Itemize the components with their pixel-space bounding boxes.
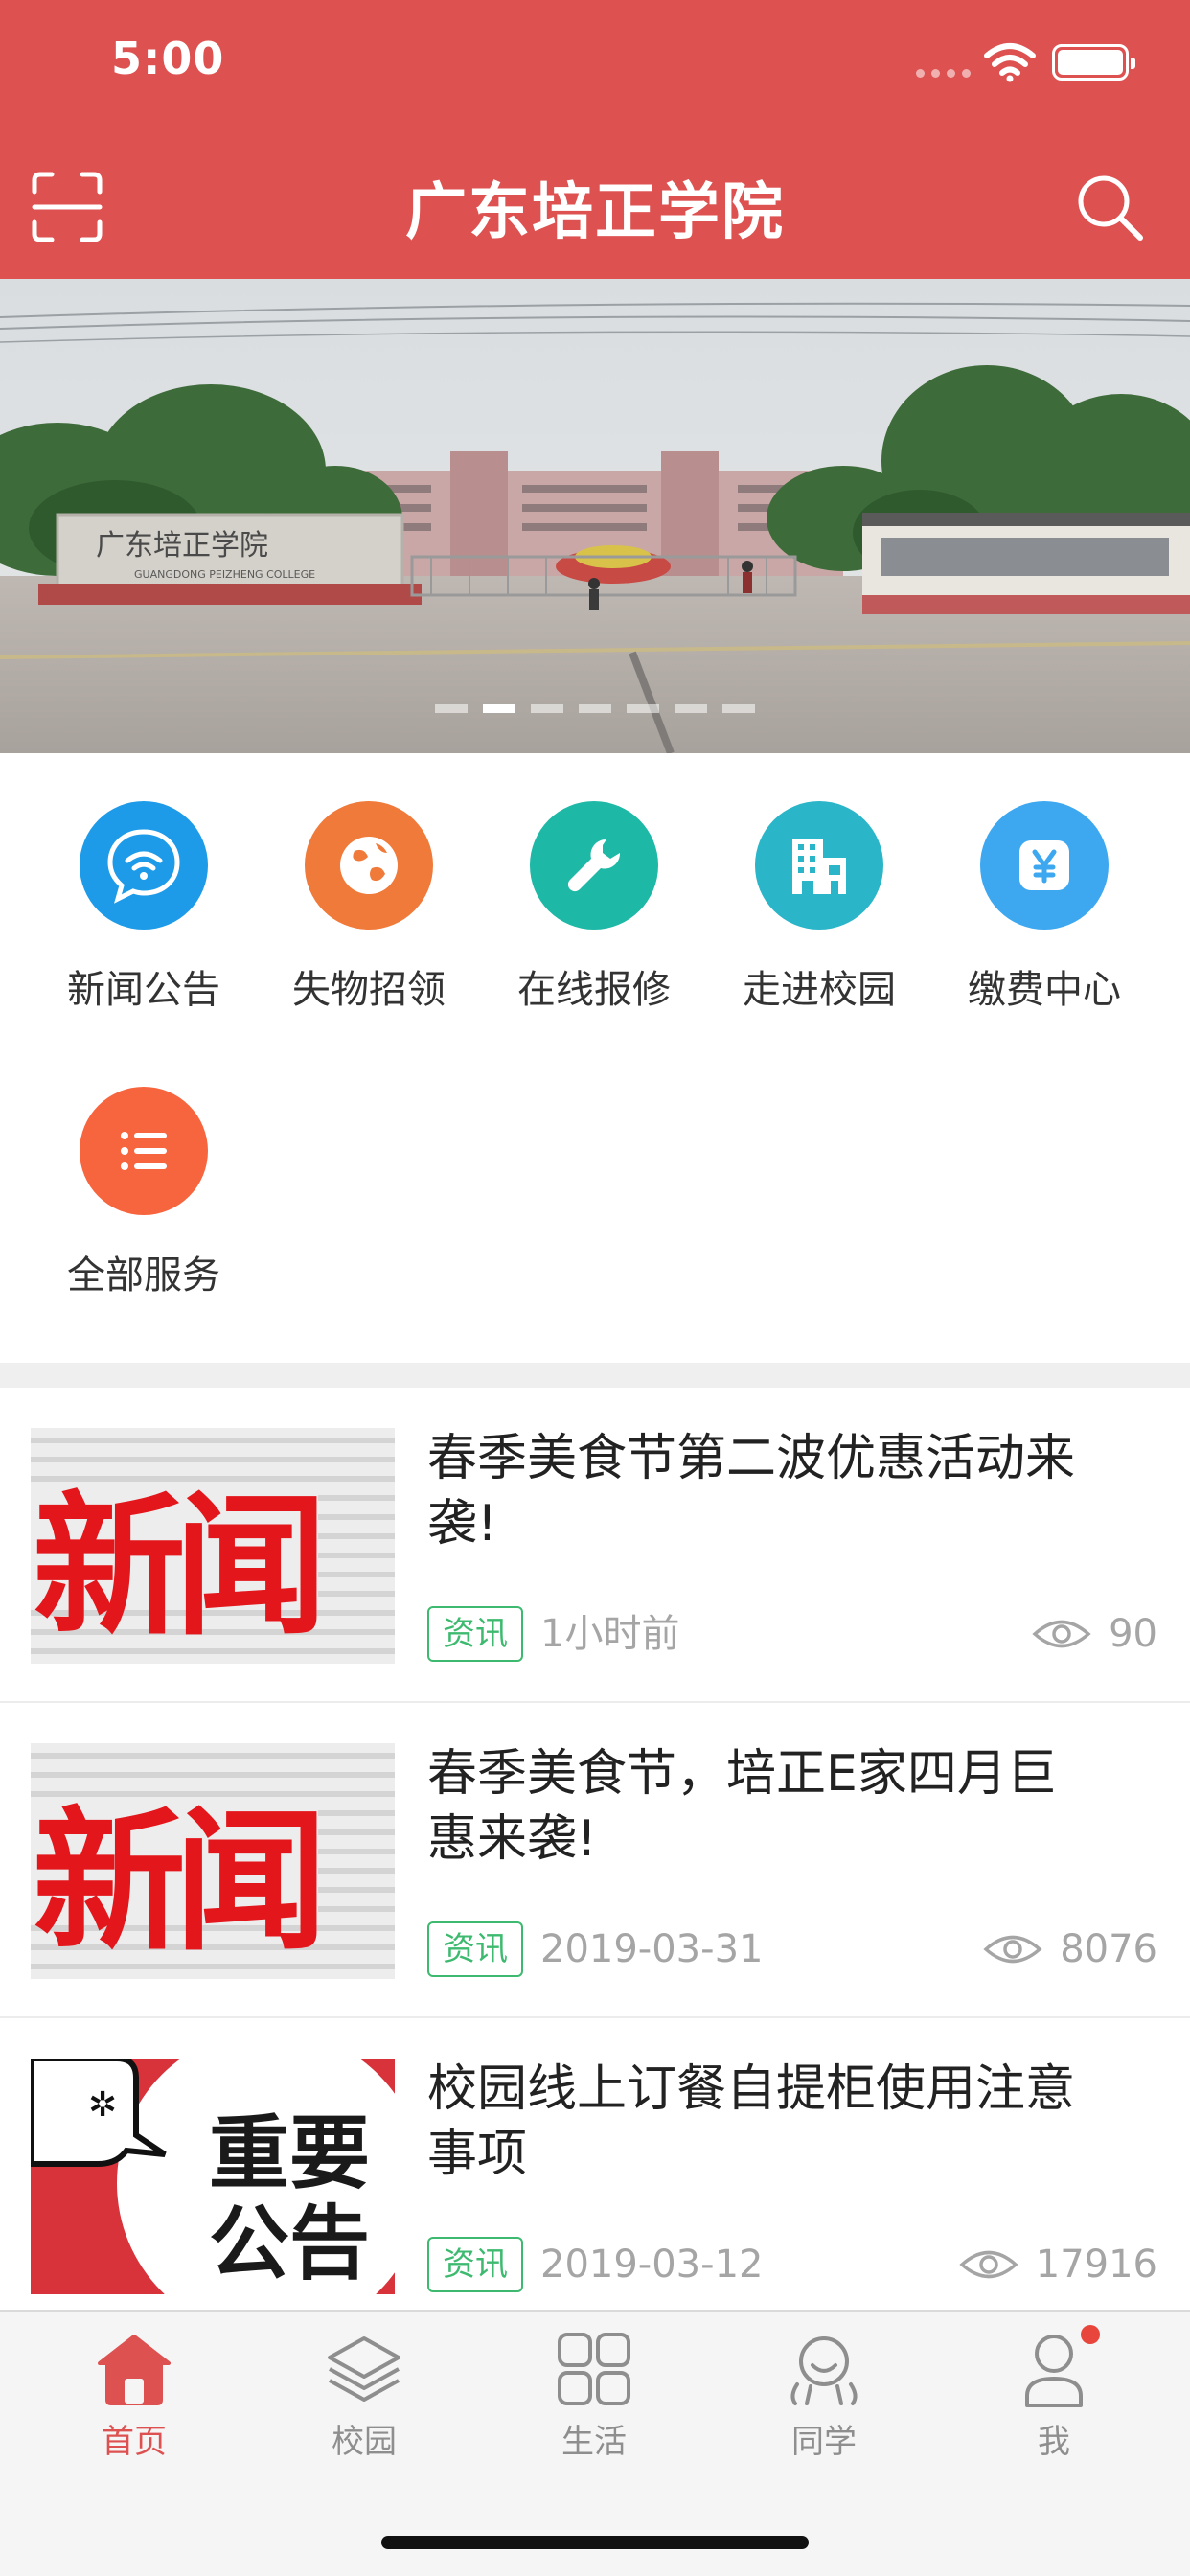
tab-classmates[interactable]: 同学 bbox=[709, 2312, 939, 2462]
tab-home[interactable]: 首页 bbox=[19, 2312, 249, 2462]
service-label: 失物招领 bbox=[292, 968, 446, 1012]
layers-icon bbox=[328, 2336, 400, 2402]
news-tag: 资讯 bbox=[427, 1606, 523, 1662]
service-all[interactable]: 全部服务 bbox=[31, 1087, 257, 1300]
news-views: 8076 bbox=[983, 1925, 1157, 1973]
tab-label: 我 bbox=[1038, 2423, 1070, 2461]
home-indicator bbox=[381, 2536, 809, 2549]
home-icon bbox=[98, 2334, 171, 2405]
news-thumb-text: 重要 bbox=[209, 2106, 370, 2200]
news-thumb-text: 新闻 bbox=[33, 1792, 317, 1971]
search-icon[interactable] bbox=[1073, 171, 1146, 243]
carousel-dot[interactable] bbox=[675, 704, 707, 713]
news-item[interactable]: 新闻 春季美食节第二波优惠活动来袭! 资讯 1小时前 90 bbox=[0, 1388, 1190, 1703]
news-tag: 资讯 bbox=[427, 1921, 523, 1977]
banner-carousel[interactable]: 广东培正学院 GUANGDONG PEIZHENG COLLEGE bbox=[0, 279, 1190, 753]
service-repair[interactable]: 在线报修 bbox=[481, 801, 707, 1014]
user-icon bbox=[1025, 2334, 1083, 2407]
news-item[interactable]: ✲ 重要 公告 校园线上订餐自提柜使用注意事项 资讯 2019-03-12 17… bbox=[0, 2018, 1190, 2334]
news-title: 校园线上订餐自提柜使用注意事项 bbox=[427, 2060, 1076, 2183]
tab-life[interactable]: 生活 bbox=[479, 2312, 709, 2462]
battery-icon bbox=[1052, 44, 1135, 80]
tab-label: 首页 bbox=[102, 2423, 167, 2461]
news-thumbnail: ✲ 重要 公告 bbox=[31, 2058, 395, 2294]
news-view-count: 90 bbox=[1109, 1612, 1157, 1656]
tab-label: 同学 bbox=[791, 2423, 857, 2461]
chat-wifi-icon bbox=[80, 801, 208, 930]
news-list: 新闻 春季美食节第二波优惠活动来袭! 资讯 1小时前 90 新闻 春季美食节，培… bbox=[0, 1388, 1190, 2334]
page-title: 广东培正学院 bbox=[405, 177, 785, 248]
service-lost-found[interactable]: 失物招领 bbox=[256, 801, 482, 1014]
service-payment[interactable]: 缴费中心 bbox=[931, 801, 1157, 1014]
signal-icon bbox=[916, 69, 971, 78]
news-date: 2019-03-12 bbox=[540, 2242, 764, 2287]
carousel-dot[interactable] bbox=[435, 704, 468, 713]
service-label: 走进校园 bbox=[743, 968, 896, 1012]
tab-campus[interactable]: 校园 bbox=[249, 2312, 479, 2462]
eye-icon bbox=[983, 1935, 1042, 1964]
eye-icon bbox=[1032, 1620, 1091, 1648]
carousel-dot[interactable] bbox=[483, 704, 515, 713]
building-icon bbox=[755, 801, 883, 930]
service-label: 新闻公告 bbox=[67, 968, 220, 1012]
tab-label: 校园 bbox=[332, 2423, 397, 2461]
carousel-dot[interactable] bbox=[531, 704, 563, 713]
service-label: 在线报修 bbox=[517, 968, 671, 1012]
news-thumb-text: 新闻 bbox=[33, 1477, 317, 1656]
yen-icon bbox=[980, 801, 1109, 930]
carousel-dot[interactable] bbox=[627, 704, 659, 713]
wifi-icon bbox=[984, 43, 1036, 82]
service-grid: 新闻公告 失物招领 在线报修 走进校园 缴费中心 全部服务 bbox=[0, 753, 1190, 1363]
service-news[interactable]: 新闻公告 bbox=[31, 801, 257, 1014]
news-title: 春季美食节第二波优惠活动来袭! bbox=[427, 1430, 1076, 1552]
carousel-indicator bbox=[435, 704, 755, 713]
eye-icon bbox=[959, 2250, 1018, 2279]
service-label: 缴费中心 bbox=[968, 968, 1121, 1012]
tab-label: 生活 bbox=[561, 2423, 627, 2461]
news-views: 90 bbox=[1032, 1610, 1157, 1658]
svg-text:✲: ✲ bbox=[88, 2085, 117, 2125]
list-icon bbox=[80, 1087, 208, 1215]
news-item[interactable]: 新闻 春季美食节，培正E家四月巨惠来袭! 资讯 2019-03-31 8076 bbox=[0, 1703, 1190, 2018]
news-date: 2019-03-31 bbox=[540, 1927, 764, 1971]
news-thumbnail: 新闻 bbox=[31, 1428, 395, 1664]
notification-badge bbox=[1081, 2325, 1100, 2344]
user-icon-wrap bbox=[1014, 2325, 1100, 2409]
globe-icon bbox=[305, 801, 433, 930]
carousel-dot[interactable] bbox=[579, 704, 611, 713]
section-divider bbox=[0, 1363, 1190, 1388]
news-thumb-text: 公告 bbox=[209, 2196, 370, 2290]
news-tag: 资讯 bbox=[427, 2237, 523, 2292]
news-title: 春季美食节，培正E家四月巨惠来袭! bbox=[427, 1745, 1057, 1868]
news-thumbnail: 新闻 bbox=[31, 1743, 395, 1979]
news-view-count: 8076 bbox=[1060, 1927, 1157, 1971]
app-root: 5:00 广东培正学院 广东培正学院 GUANGDONG PEIZHENG CO… bbox=[0, 0, 1190, 2576]
classmate-icon bbox=[790, 2336, 858, 2405]
wrench-icon bbox=[530, 801, 658, 930]
service-campus-tour[interactable]: 走进校园 bbox=[706, 801, 932, 1014]
news-views: 17916 bbox=[959, 2241, 1157, 2288]
service-label: 全部服务 bbox=[67, 1254, 220, 1298]
tab-me[interactable]: 我 bbox=[939, 2312, 1169, 2462]
status-time: 5:00 bbox=[111, 33, 225, 84]
campus-sign-subtext: GUANGDONG PEIZHENG COLLEGE bbox=[134, 568, 315, 581]
campus-sign-text: 广东培正学院 bbox=[96, 529, 268, 563]
news-date: 1小时前 bbox=[540, 1612, 680, 1656]
header: 5:00 广东培正学院 bbox=[0, 0, 1190, 279]
campus-photo: 广东培正学院 GUANGDONG PEIZHENG COLLEGE bbox=[0, 279, 1190, 753]
carousel-dot[interactable] bbox=[722, 704, 755, 713]
grid-icon bbox=[558, 2333, 630, 2405]
news-view-count: 17916 bbox=[1035, 2242, 1157, 2287]
